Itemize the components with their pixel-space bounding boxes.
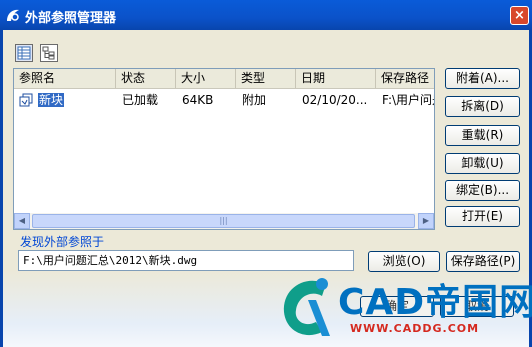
column-header-path[interactable]: 保存路径 (376, 69, 434, 88)
tree-view-icon (42, 46, 55, 60)
row-name: 新块 (38, 93, 65, 107)
found-in-label: 发现外部参照于 (18, 233, 107, 250)
scroll-right-arrow[interactable]: ▶ (418, 213, 434, 229)
scroll-left-arrow[interactable]: ◀ (14, 213, 30, 229)
row-date: 02/10/20... (302, 93, 368, 107)
open-button[interactable]: 打开(E) (445, 206, 520, 227)
xref-icon (19, 93, 33, 107)
table-header: 参照名 状态 大小 类型 日期 保存路径 (14, 69, 434, 89)
scroll-thumb[interactable]: ||| (32, 214, 415, 228)
title-bar: 外部参照管理器 × (0, 0, 532, 30)
xref-list[interactable]: 参照名 状态 大小 类型 日期 保存路径 新块 已加载 64KB 附加 02/1… (13, 68, 435, 230)
column-header-name[interactable]: 参照名 (14, 69, 116, 88)
column-header-status[interactable]: 状态 (116, 69, 176, 88)
tree-view-button[interactable] (40, 44, 58, 62)
reload-button[interactable]: 重载(R) (445, 125, 520, 146)
close-button[interactable]: × (510, 6, 529, 25)
save-path-button[interactable]: 保存路径(P) (446, 251, 520, 272)
autocad-app-icon (7, 9, 19, 21)
list-view-button[interactable] (15, 44, 33, 62)
window-title: 外部参照管理器 (25, 11, 117, 26)
column-header-date[interactable]: 日期 (296, 69, 376, 88)
watermark-brand: CAD帝国网 (338, 282, 532, 323)
found-in-path-field[interactable]: F:\用户问题汇总\2012\新块.dwg (18, 250, 354, 271)
detach-button[interactable]: 拆离(D) (445, 96, 520, 117)
row-status: 已加载 (122, 93, 159, 107)
watermark-logo (283, 278, 330, 336)
column-header-type[interactable]: 类型 (236, 69, 296, 88)
browse-button[interactable]: 浏览(O) (368, 251, 440, 272)
row-size: 64KB (182, 93, 214, 107)
row-type: 附加 (242, 93, 267, 107)
list-view-icon (17, 46, 31, 60)
unload-button[interactable]: 卸载(U) (445, 153, 520, 174)
row-path: F:\用户问是 (382, 93, 434, 107)
watermark-url: WWW.CADDG.COM (350, 322, 480, 335)
attach-button[interactable]: 附着(A)... (445, 68, 520, 89)
horizontal-scrollbar[interactable]: ◀ ||| ▶ (14, 213, 434, 229)
bind-button[interactable]: 绑定(B)... (445, 180, 520, 201)
column-header-size[interactable]: 大小 (176, 69, 236, 88)
row-name-cell: 新块 (34, 92, 116, 109)
